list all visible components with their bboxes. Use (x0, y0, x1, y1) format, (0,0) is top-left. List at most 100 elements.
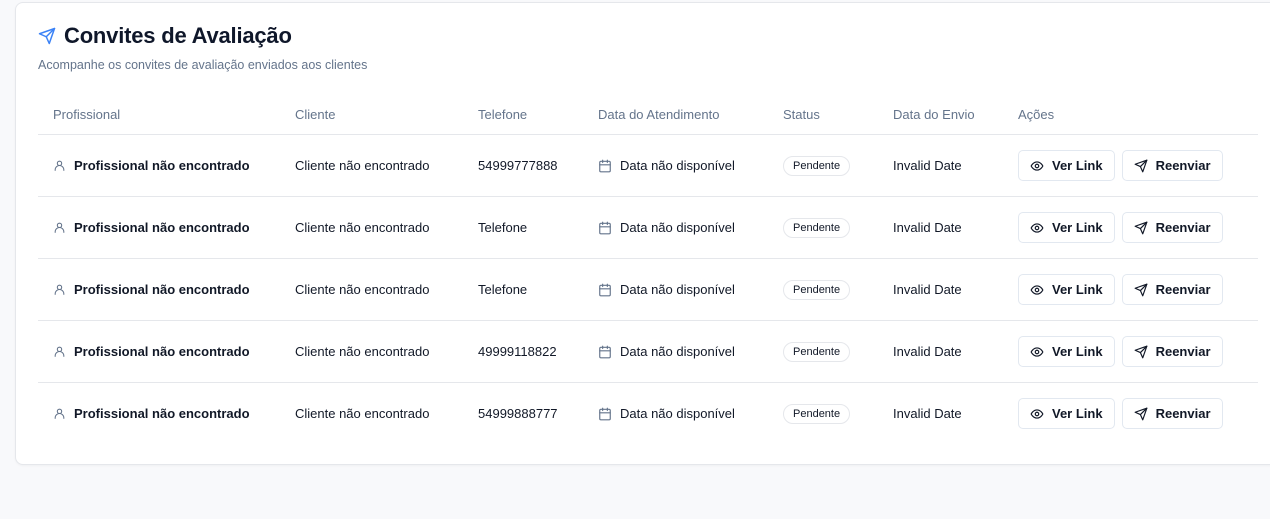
table-row: Profissional não encontrado Cliente não … (38, 383, 1258, 445)
profissional-name: Profissional não encontrado (74, 406, 250, 421)
resend-button[interactable]: Reenviar (1121, 212, 1223, 243)
cell-telefone: 54999777888 (463, 134, 583, 197)
send-icon (1134, 407, 1148, 421)
data-atendimento-text: Data não disponível (620, 282, 735, 297)
cell-status: Pendente (768, 258, 878, 321)
profissional-name: Profissional não encontrado (74, 158, 250, 173)
invites-card: Convites de Avaliação Acompanhe os convi… (15, 2, 1270, 465)
view-link-button[interactable]: Ver Link (1018, 150, 1115, 181)
status-badge: Pendente (783, 155, 851, 176)
profissional-name: Profissional não encontrado (74, 344, 250, 359)
user-icon (53, 345, 66, 358)
cell-profissional: Profissional não encontrado (38, 258, 280, 321)
eye-icon (1030, 345, 1044, 359)
cell-data-envio: Invalid Date (878, 134, 1003, 197)
status-badge: Pendente (783, 217, 851, 238)
resend-button[interactable]: Reenviar (1121, 150, 1223, 181)
table-row: Profissional não encontrado Cliente não … (38, 196, 1258, 259)
data-atendimento-text: Data não disponível (620, 406, 735, 421)
resend-label: Reenviar (1155, 220, 1211, 235)
cell-telefone: Telefone (463, 258, 583, 321)
cell-cliente: Cliente não encontrado (280, 134, 463, 197)
resend-button[interactable]: Reenviar (1121, 336, 1223, 367)
table-row: Profissional não encontrado Cliente não … (38, 134, 1258, 197)
cell-cliente: Cliente não encontrado (295, 406, 430, 421)
eye-icon (1030, 159, 1044, 173)
cell-profissional: Profissional não encontrado (38, 196, 280, 259)
table-row: Profissional não encontrado Cliente não … (38, 320, 1258, 383)
resend-label: Reenviar (1155, 344, 1211, 359)
profissional-name: Profissional não encontrado (74, 282, 250, 297)
cell-cliente: Cliente não encontrado (280, 258, 463, 321)
cell-status: Pendente (768, 196, 878, 259)
view-link-label: Ver Link (1052, 158, 1103, 173)
table-row: Profissional não encontrado Cliente não … (38, 258, 1258, 321)
view-link-button[interactable]: Ver Link (1018, 336, 1115, 367)
cell-status: Pendente (768, 134, 878, 197)
cell-status: Pendente (768, 383, 878, 445)
cell-profissional: Profissional não encontrado (38, 383, 280, 445)
status-badge: Pendente (783, 403, 851, 424)
calendar-icon (598, 345, 612, 359)
cell-data-envio: Invalid Date (878, 258, 1003, 321)
page-subtitle: Acompanhe os convites de avaliação envia… (38, 58, 368, 72)
eye-icon (1030, 283, 1044, 297)
column-header-status: Status (768, 94, 878, 135)
cell-acoes: Ver Link Reenviar (1003, 258, 1258, 321)
cell-data-envio: Invalid Date (878, 196, 1003, 259)
cell-acoes: Ver Link Reenviar (1003, 320, 1258, 383)
page-title: Convites de Avaliação (64, 23, 292, 48)
column-header-data-envio: Data do Envio (878, 94, 1003, 135)
profissional-name: Profissional não encontrado (74, 220, 250, 235)
resend-button[interactable]: Reenviar (1121, 398, 1223, 429)
cell-profissional: Profissional não encontrado (38, 134, 280, 197)
send-icon (1134, 345, 1148, 359)
column-header-acoes: Ações (1003, 94, 1258, 135)
cell-telefone: 54999888777 (478, 406, 558, 421)
column-header-telefone: Telefone (463, 94, 583, 135)
column-header-data-atendimento: Data do Atendimento (583, 94, 768, 135)
status-badge: Pendente (783, 341, 851, 362)
send-icon (38, 27, 56, 45)
send-icon (1134, 221, 1148, 235)
eye-icon (1030, 407, 1044, 421)
view-link-label: Ver Link (1052, 344, 1103, 359)
resend-label: Reenviar (1155, 158, 1211, 173)
column-header-cliente: Cliente (280, 94, 463, 135)
cell-status: Pendente (768, 320, 878, 383)
table-header-row: Profissional Cliente Telefone Data do At… (38, 94, 1258, 135)
title-row: Convites de Avaliação (38, 23, 367, 49)
cell-data-atendimento: Data não disponível (583, 383, 768, 445)
user-icon (53, 407, 66, 420)
view-link-label: Ver Link (1052, 220, 1103, 235)
resend-label: Reenviar (1155, 406, 1211, 421)
cell-data-atendimento: Data não disponível (583, 134, 768, 197)
user-icon (53, 221, 66, 234)
view-link-button[interactable]: Ver Link (1018, 274, 1115, 305)
cell-acoes: Ver Link Reenviar (1003, 196, 1258, 259)
calendar-icon (598, 407, 612, 421)
cell-cliente: Cliente não encontrado (280, 320, 463, 383)
cell-data-envio: Invalid Date (893, 406, 962, 421)
data-atendimento-text: Data não disponível (620, 344, 735, 359)
cell-data-atendimento: Data não disponível (583, 320, 768, 383)
eye-icon (1030, 221, 1044, 235)
cell-data-atendimento: Data não disponível (583, 196, 768, 259)
user-icon (53, 159, 66, 172)
send-icon (1134, 159, 1148, 173)
user-icon (53, 283, 66, 296)
card-header: Convites de Avaliação Acompanhe os convi… (38, 23, 367, 72)
calendar-icon (598, 221, 612, 235)
cell-data-envio: Invalid Date (878, 320, 1003, 383)
resend-button[interactable]: Reenviar (1121, 274, 1223, 305)
cell-acoes: Ver Link Reenviar (1003, 383, 1258, 445)
view-link-button[interactable]: Ver Link (1018, 398, 1115, 429)
cell-telefone: 49999118822 (463, 320, 583, 383)
view-link-button[interactable]: Ver Link (1018, 212, 1115, 243)
cell-acoes: Ver Link Reenviar (1003, 134, 1258, 197)
cell-data-atendimento: Data não disponível (583, 258, 768, 321)
view-link-label: Ver Link (1052, 282, 1103, 297)
calendar-icon (598, 159, 612, 173)
invites-table: Profissional Cliente Telefone Data do At… (38, 94, 1258, 444)
view-link-label: Ver Link (1052, 406, 1103, 421)
